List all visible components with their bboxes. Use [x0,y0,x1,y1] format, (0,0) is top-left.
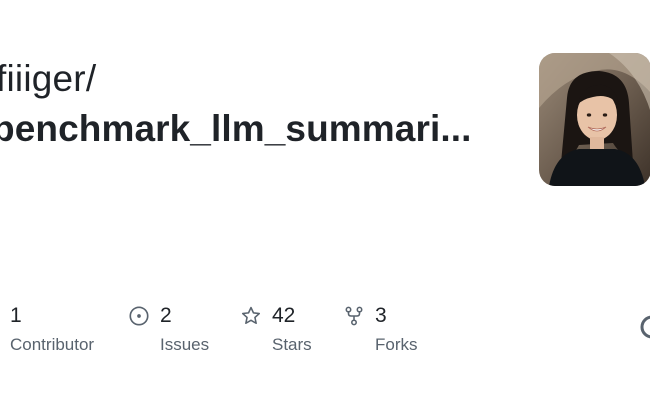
stat-stars-value: 42 [272,304,296,327]
issue-icon [129,306,149,326]
stat-stars-label: Stars [272,335,312,354]
stat-issues-value: 2 [160,304,172,327]
stat-forks[interactable]: 3 Forks [343,302,418,355]
repo-name[interactable]: benchmark_llm_summari... [0,108,472,150]
fork-icon [345,306,363,326]
stat-issues-label: Issues [160,335,210,354]
repo-owner[interactable]: fiiiger/ [0,58,96,100]
stat-forks-label: Forks [375,335,418,354]
stat-contributors-label: Contributor [10,335,95,354]
stat-forks-value: 3 [375,304,387,327]
star-icon [241,306,261,325]
stat-stars[interactable]: 42 Stars [240,302,312,355]
github-logo-icon [640,315,650,339]
stat-contributors[interactable]: 1 Contributor [10,302,94,355]
stat-issues[interactable]: 2 Issues [128,302,209,355]
stat-contributors-value: 1 [10,304,22,327]
owner-avatar [539,53,650,186]
